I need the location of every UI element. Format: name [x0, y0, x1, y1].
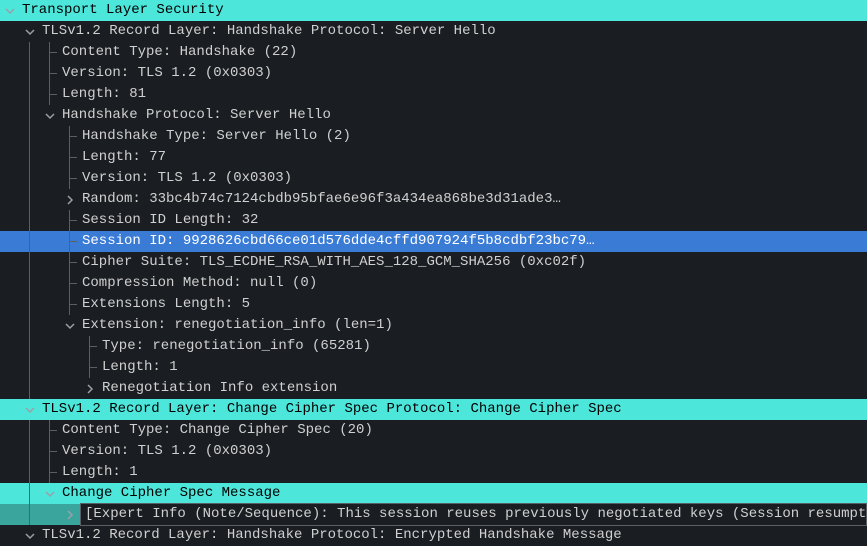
tree-node-label: Handshake Type: Server Hello (2) [80, 126, 867, 147]
chevron-right-icon[interactable] [60, 510, 80, 520]
tree-node-label: TLSv1.2 Record Layer: Handshake Protocol… [40, 21, 867, 42]
tree-node-label: Compression Method: null (0) [80, 273, 867, 294]
tree-row[interactable]: Handshake Type: Server Hello (2) [0, 126, 867, 147]
chevron-right-icon[interactable] [60, 195, 80, 205]
tree-node-label: Cipher Suite: TLS_ECDHE_RSA_WITH_AES_128… [80, 252, 867, 273]
tree-row[interactable]: TLSv1.2 Record Layer: Handshake Protocol… [0, 21, 867, 42]
tree-node-label: Session ID Length: 32 [80, 210, 867, 231]
tree-node-label: Session ID: 9928626cbd66ce01d576dde4cffd… [80, 231, 867, 252]
tree-node-label: Random: 33bc4b74c7124cbdb95bfae6e96f3a43… [80, 189, 867, 210]
tree-row[interactable]: Version: TLS 1.2 (0x0303) [0, 63, 867, 84]
tree-row[interactable]: Random: 33bc4b74c7124cbdb95bfae6e96f3a43… [0, 189, 867, 210]
tree-node-label: TLSv1.2 Record Layer: Change Cipher Spec… [40, 399, 867, 420]
chevron-right-icon[interactable] [80, 384, 100, 394]
chevron-down-icon[interactable] [20, 531, 40, 541]
tree-row[interactable]: Compression Method: null (0) [0, 273, 867, 294]
tree-node-label: Content Type: Handshake (22) [60, 42, 867, 63]
tree-row[interactable]: Extensions Length: 5 [0, 294, 867, 315]
tree-node-label: Renegotiation Info extension [100, 378, 867, 399]
tree-row[interactable]: [Expert Info (Note/Sequence): This sessi… [0, 504, 867, 525]
chevron-down-icon[interactable] [40, 489, 60, 499]
tree-node-label: Version: TLS 1.2 (0x0303) [80, 168, 867, 189]
tree-node-label: [Expert Info (Note/Sequence): This sessi… [80, 503, 867, 526]
packet-details-tree[interactable]: Transport Layer SecurityTLSv1.2 Record L… [0, 0, 867, 546]
tree-node-label: Length: 1 [60, 462, 867, 483]
tree-row[interactable]: Extension: renegotiation_info (len=1) [0, 315, 867, 336]
tree-node-label: Length: 77 [80, 147, 867, 168]
tree-row[interactable]: Length: 77 [0, 147, 867, 168]
tree-row[interactable]: Cipher Suite: TLS_ECDHE_RSA_WITH_AES_128… [0, 252, 867, 273]
tree-row[interactable]: Change Cipher Spec Message [0, 483, 867, 504]
tree-node-label: Version: TLS 1.2 (0x0303) [60, 63, 867, 84]
tree-row[interactable]: Version: TLS 1.2 (0x0303) [0, 441, 867, 462]
tree-row[interactable]: Version: TLS 1.2 (0x0303) [0, 168, 867, 189]
tree-row[interactable]: Content Type: Handshake (22) [0, 42, 867, 63]
tree-row[interactable]: Renegotiation Info extension [0, 378, 867, 399]
chevron-down-icon[interactable] [20, 27, 40, 37]
tree-row[interactable]: Length: 1 [0, 357, 867, 378]
tree-row[interactable]: Session ID Length: 32 [0, 210, 867, 231]
tree-row[interactable]: Length: 1 [0, 462, 867, 483]
chevron-down-icon[interactable] [60, 321, 80, 331]
tree-node-label: Version: TLS 1.2 (0x0303) [60, 441, 867, 462]
tree-row[interactable]: Content Type: Change Cipher Spec (20) [0, 420, 867, 441]
tree-row[interactable]: TLSv1.2 Record Layer: Change Cipher Spec… [0, 399, 867, 420]
chevron-down-icon[interactable] [20, 405, 40, 415]
tree-node-label: Content Type: Change Cipher Spec (20) [60, 420, 867, 441]
tree-node-label: TLSv1.2 Record Layer: Handshake Protocol… [40, 525, 867, 546]
tree-row[interactable]: Transport Layer Security [0, 0, 867, 21]
tree-node-label: Change Cipher Spec Message [60, 483, 867, 504]
chevron-down-icon[interactable] [0, 6, 20, 16]
tree-node-label: Extensions Length: 5 [80, 294, 867, 315]
tree-node-label: Extension: renegotiation_info (len=1) [80, 315, 867, 336]
tree-row[interactable]: Type: renegotiation_info (65281) [0, 336, 867, 357]
tree-row[interactable]: Length: 81 [0, 84, 867, 105]
chevron-down-icon[interactable] [40, 111, 60, 121]
tree-node-label: Length: 81 [60, 84, 867, 105]
tree-node-label: Type: renegotiation_info (65281) [100, 336, 867, 357]
tree-row[interactable]: TLSv1.2 Record Layer: Handshake Protocol… [0, 525, 867, 546]
tree-row[interactable]: Handshake Protocol: Server Hello [0, 105, 867, 126]
tree-node-label: Transport Layer Security [20, 0, 867, 21]
tree-row[interactable]: Session ID: 9928626cbd66ce01d576dde4cffd… [0, 231, 867, 252]
tree-node-label: Handshake Protocol: Server Hello [60, 105, 867, 126]
tree-node-label: Length: 1 [100, 357, 867, 378]
